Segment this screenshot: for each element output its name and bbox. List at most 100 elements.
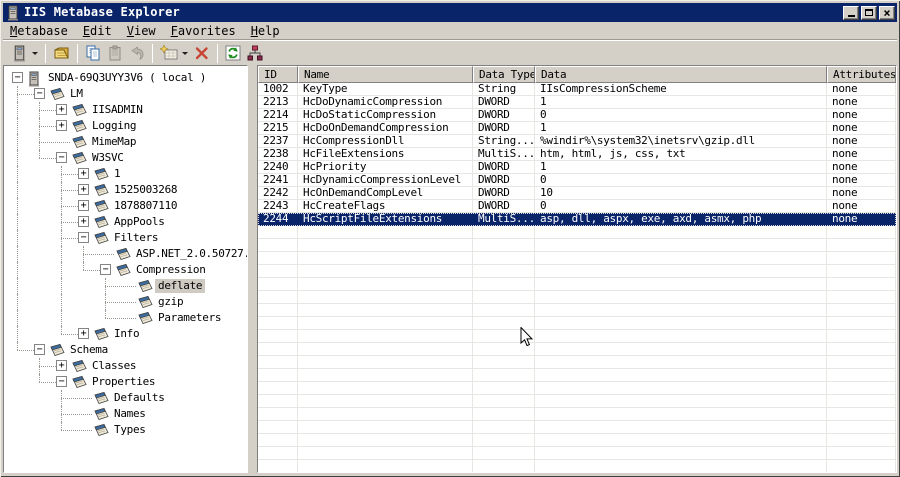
collapse-box-icon[interactable]: − bbox=[34, 88, 45, 99]
expand-box-icon[interactable]: + bbox=[56, 360, 67, 371]
delete-button[interactable] bbox=[191, 42, 213, 64]
tree-item-compression[interactable]: − Compression bbox=[4, 262, 247, 278]
tree-label[interactable]: AppPools bbox=[111, 215, 168, 229]
column-header-data-type[interactable]: Data Type bbox=[473, 66, 535, 83]
tree-label[interactable]: Names bbox=[111, 407, 149, 421]
key-icon bbox=[92, 183, 110, 197]
property-row-2240[interactable]: 2240 HcPriority DWORD 1 none bbox=[258, 161, 896, 174]
key-icon bbox=[70, 151, 88, 165]
tree-item-gzip[interactable]: gzip bbox=[4, 294, 247, 310]
tree-item-filters[interactable]: − Filters bbox=[4, 230, 247, 246]
save-button[interactable] bbox=[50, 42, 73, 64]
expand-box-icon[interactable]: + bbox=[78, 328, 89, 339]
tree-item-info[interactable]: + Info bbox=[4, 326, 247, 342]
key-icon bbox=[92, 407, 110, 421]
tree-item-asp-net-2-0-50727-0[interactable]: ASP.NET_2.0.50727.0 bbox=[4, 246, 247, 262]
menu-favorites[interactable]: Favorites bbox=[171, 24, 236, 38]
menu-metabase[interactable]: Metabase bbox=[10, 24, 68, 38]
tree-label[interactable]: MimeMap bbox=[89, 135, 139, 149]
tree-label[interactable]: Classes bbox=[89, 359, 139, 373]
tree-item-1525003268[interactable]: +1525003268 bbox=[4, 182, 247, 198]
collapse-box-icon[interactable]: − bbox=[56, 152, 67, 163]
property-row-2213[interactable]: 2213 HcDoDynamicCompression DWORD 1 none bbox=[258, 96, 896, 109]
collapse-box-icon[interactable]: − bbox=[12, 72, 23, 83]
tree-label[interactable]: 1878807110 bbox=[111, 199, 180, 213]
expand-box-icon[interactable]: + bbox=[56, 120, 67, 131]
menu-view[interactable]: View bbox=[127, 24, 156, 38]
tree-label[interactable]: IISADMIN bbox=[89, 103, 146, 117]
menu-help[interactable]: Help bbox=[251, 24, 280, 38]
property-row-2242[interactable]: 2242 HcOnDemandCompLevel DWORD 10 none bbox=[258, 187, 896, 200]
tree-item-classes[interactable]: + Classes bbox=[4, 358, 247, 374]
cell-name: HcDoOnDemandCompression bbox=[298, 122, 473, 135]
tree-item-schema[interactable]: − Schema bbox=[4, 342, 247, 358]
column-header-id[interactable]: ID bbox=[258, 66, 298, 83]
tree-label[interactable]: Info bbox=[111, 327, 142, 341]
tree-label[interactable]: deflate bbox=[155, 279, 206, 293]
collapse-box-icon[interactable]: − bbox=[56, 376, 67, 387]
tree-item-properties[interactable]: − Properties bbox=[4, 374, 247, 390]
maximize-button[interactable] bbox=[861, 5, 877, 20]
expand-box-icon[interactable]: + bbox=[78, 216, 89, 227]
tree-item-snda-69q3uyy3v6-local[interactable]: − SNDA-69Q3UYY3V6 ( local ) bbox=[4, 70, 247, 87]
refresh-button[interactable] bbox=[222, 42, 244, 64]
dropdown-arrow-icon[interactable] bbox=[32, 51, 38, 55]
tree-item-types[interactable]: Types bbox=[4, 422, 247, 438]
tree-label[interactable]: LM bbox=[67, 87, 86, 101]
tree-label[interactable]: Schema bbox=[67, 343, 111, 357]
app-window: IIS Metabase Explorer × Metabase Edit View… bbox=[0, 0, 900, 477]
tree-label[interactable]: Compression bbox=[133, 263, 209, 277]
expand-box-icon[interactable]: + bbox=[78, 168, 89, 179]
column-header-data[interactable]: Data bbox=[535, 66, 827, 83]
tree-item-parameters[interactable]: Parameters bbox=[4, 310, 247, 326]
column-header-name[interactable]: Name bbox=[298, 66, 473, 83]
expand-box-icon[interactable]: + bbox=[78, 200, 89, 211]
tree-label[interactable]: Filters bbox=[111, 231, 161, 245]
tree-item-lm[interactable]: − LM bbox=[4, 86, 247, 102]
dropdown-arrow-icon[interactable] bbox=[182, 51, 188, 55]
tree-item-1[interactable]: +1 bbox=[4, 166, 247, 182]
tree-label[interactable]: SNDA-69Q3UYY3V6 ( local ) bbox=[45, 71, 209, 85]
tree-item-1878807110[interactable]: +1878807110 bbox=[4, 198, 247, 214]
tree-item-iisadmin[interactable]: + IISADMIN bbox=[4, 102, 247, 118]
collapse-box-icon[interactable]: − bbox=[78, 232, 89, 243]
tree-item-apppools[interactable]: + AppPools bbox=[4, 214, 247, 230]
minimize-button[interactable] bbox=[843, 5, 859, 20]
collapse-box-icon[interactable]: − bbox=[34, 344, 45, 355]
property-row-2237[interactable]: 2237 HcCompressionDll String... %windir%\sy… bbox=[258, 135, 896, 148]
tree-label[interactable]: 1525003268 bbox=[111, 183, 180, 197]
expand-box-icon[interactable]: + bbox=[78, 184, 89, 195]
tree-item-logging[interactable]: + Logging bbox=[4, 118, 247, 134]
tree-label[interactable]: ASP.NET_2.0.50727.0 bbox=[133, 247, 247, 261]
close-button[interactable]: × bbox=[879, 5, 895, 20]
property-row-2238[interactable]: 2238 HcFileExtensions MultiS... htm, html, … bbox=[258, 148, 896, 161]
property-row-2241[interactable]: 2241 HcDynamicCompressionLevel DWORD 0 none bbox=[258, 174, 896, 187]
property-row-2214[interactable]: 2214 HcDoStaticCompression DWORD 0 none bbox=[258, 109, 896, 122]
connect-button[interactable] bbox=[8, 42, 41, 64]
copy-button[interactable] bbox=[82, 42, 104, 64]
tree-label[interactable]: Types bbox=[111, 423, 149, 437]
new-key-button[interactable] bbox=[157, 42, 191, 64]
view-hierarchy-button[interactable] bbox=[244, 42, 266, 64]
tree-label[interactable]: Parameters bbox=[155, 311, 224, 325]
collapse-box-icon[interactable]: − bbox=[100, 264, 111, 275]
tree-label[interactable]: gzip bbox=[155, 295, 186, 309]
tree-label[interactable]: 1 bbox=[111, 167, 123, 181]
panel-splitter[interactable] bbox=[248, 65, 257, 473]
property-row-1002[interactable]: 1002 KeyType String IIsCompressionScheme non… bbox=[258, 83, 896, 96]
tree-item-w3svc[interactable]: − W3SVC bbox=[4, 150, 247, 166]
property-row-2243[interactable]: 2243 HcCreateFlags DWORD 0 none bbox=[258, 200, 896, 213]
tree-item-mimemap[interactable]: MimeMap bbox=[4, 134, 247, 150]
tree-item-deflate[interactable]: deflate bbox=[4, 278, 247, 294]
tree-label[interactable]: Defaults bbox=[111, 391, 168, 405]
tree-label[interactable]: Logging bbox=[89, 119, 139, 133]
tree-item-defaults[interactable]: Defaults bbox=[4, 390, 247, 406]
expand-box-icon[interactable]: + bbox=[56, 104, 67, 115]
column-header-attributes[interactable]: Attributes bbox=[827, 66, 896, 83]
property-row-2244[interactable]: 2244 HcScriptFileExtensions MultiS... asp, … bbox=[258, 213, 896, 226]
menu-edit[interactable]: Edit bbox=[83, 24, 112, 38]
property-row-2215[interactable]: 2215 HcDoOnDemandCompression DWORD 1 none bbox=[258, 122, 896, 135]
tree-label[interactable]: W3SVC bbox=[89, 151, 127, 165]
tree-item-names[interactable]: Names bbox=[4, 406, 247, 422]
tree-label[interactable]: Properties bbox=[89, 375, 158, 389]
